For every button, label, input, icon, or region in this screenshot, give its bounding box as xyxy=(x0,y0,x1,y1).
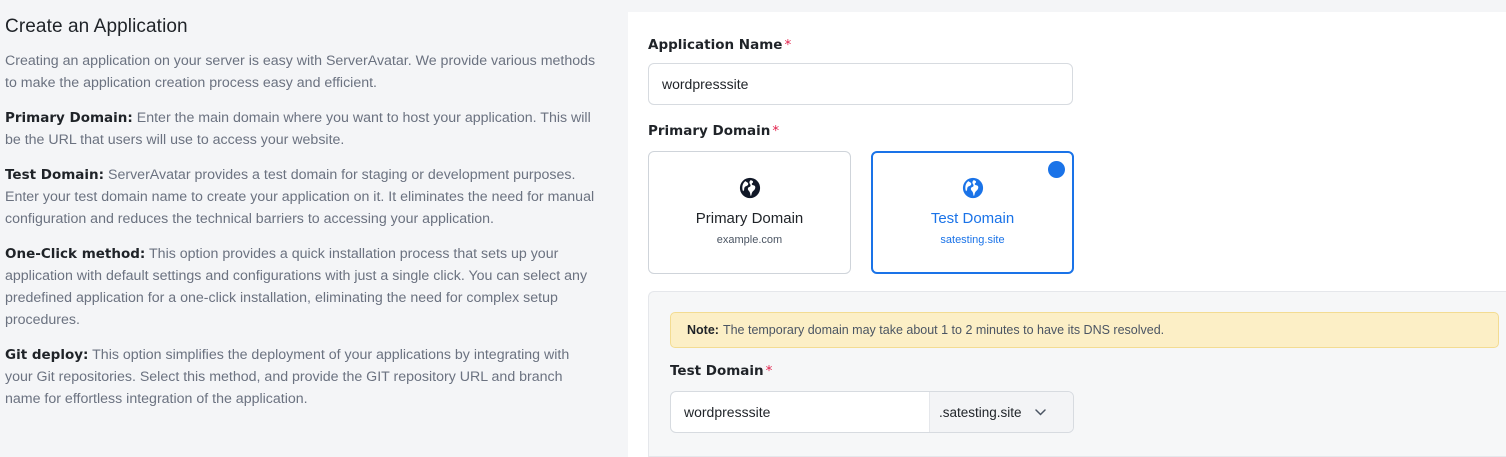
chevron-down-icon xyxy=(1034,408,1046,416)
test-domain-field: wordpresssite .satesting.site xyxy=(670,391,1074,433)
option-subtitle: example.com xyxy=(716,234,783,246)
selected-check-icon xyxy=(1048,161,1065,199)
info-term: Primary Domain: xyxy=(5,110,133,126)
info-term: Test Domain: xyxy=(5,167,105,183)
test-domain-panel: Note: The temporary domain may take abou… xyxy=(648,291,1506,457)
option-subtitle: satesting.site xyxy=(940,234,1005,246)
info-panel: Create an Application Creating an applic… xyxy=(0,0,628,457)
app-name-input[interactable]: wordpresssite xyxy=(648,63,1073,105)
app-name-label: Application Name * xyxy=(648,37,792,53)
application-form: Application Name * wordpresssite Primary … xyxy=(628,12,1506,457)
required-mark: * xyxy=(784,37,792,53)
primary-domain-label: Primary Domain * xyxy=(648,123,780,139)
test-domain-label: Test Domain * xyxy=(670,363,773,379)
test-domain-option[interactable]: Test Domain satesting.site xyxy=(871,151,1074,274)
note-label: Note: xyxy=(687,323,719,337)
domain-suffix-value: .satesting.site xyxy=(939,404,1022,420)
note-text: The temporary domain may take about 1 to… xyxy=(722,323,1165,337)
info-one-click: One-Click method: This option provides a… xyxy=(5,243,600,331)
info-term: Git deploy: xyxy=(5,347,89,363)
option-title: Primary Domain xyxy=(695,210,804,227)
primary-domain-option[interactable]: Primary Domain example.com xyxy=(648,151,851,274)
domain-suffix-select[interactable]: .satesting.site xyxy=(929,392,1073,432)
option-title: Test Domain xyxy=(930,210,1015,227)
info-test-domain: Test Domain: ServerAvatar provides a tes… xyxy=(5,164,600,230)
globe-icon xyxy=(962,177,983,199)
required-mark: * xyxy=(765,363,773,379)
info-git-deploy: Git deploy: This option simplifies the d… xyxy=(5,344,600,410)
test-domain-input[interactable]: wordpresssite xyxy=(671,392,929,432)
info-heading: Create an Application xyxy=(5,16,188,37)
info-term: One-Click method: xyxy=(5,246,146,262)
dns-note: Note: The temporary domain may take abou… xyxy=(670,312,1499,348)
info-intro: Creating an application on your server i… xyxy=(5,53,596,91)
info-text: This option simplifies the deployment of… xyxy=(5,347,570,407)
info-primary-domain: Primary Domain: Enter the main domain wh… xyxy=(5,107,600,151)
globe-icon xyxy=(739,177,760,199)
required-mark: * xyxy=(772,123,780,139)
